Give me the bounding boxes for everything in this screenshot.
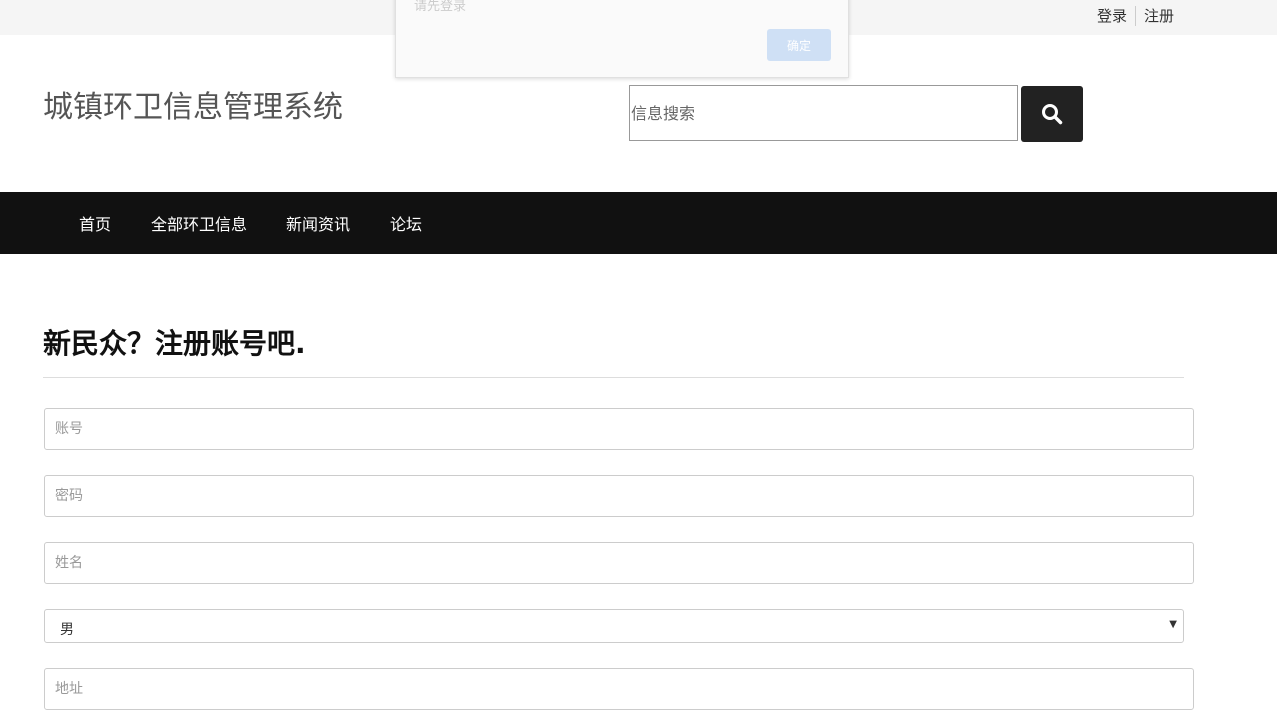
nav-home[interactable]: 首页 (79, 211, 111, 235)
alert-dialog: 请先登录 确定 (395, 0, 849, 78)
main-navbar: 首页 全部环卫信息 新闻资讯 论坛 (0, 192, 1277, 254)
address-input[interactable] (44, 668, 1194, 710)
chevron-down-icon: ▼ (1169, 619, 1177, 630)
gender-value: 男 (60, 622, 74, 638)
search-button[interactable] (1021, 86, 1083, 142)
login-link[interactable]: 登录 (1097, 5, 1127, 26)
nav-forum[interactable]: 论坛 (390, 211, 422, 235)
name-input[interactable] (44, 542, 1194, 584)
account-input[interactable] (44, 408, 1194, 450)
nav-news[interactable]: 新闻资讯 (286, 211, 350, 235)
search-input[interactable] (629, 85, 1018, 141)
register-link[interactable]: 注册 (1144, 5, 1174, 26)
account-links: 登录 注册 (1097, 5, 1174, 26)
gender-select[interactable]: 男 ▼ (44, 609, 1184, 643)
confirm-button[interactable]: 确定 (767, 29, 831, 61)
nav-all-sanitation-info[interactable]: 全部环卫信息 (151, 211, 247, 235)
search-icon (1042, 104, 1063, 125)
register-heading: 新民众？注册账号吧. (43, 327, 306, 360)
link-separator (1134, 5, 1136, 26)
site-title: 城镇环卫信息管理系统 (43, 90, 343, 125)
dialog-message: 请先登录 (414, 0, 467, 14)
divider (43, 377, 1184, 378)
password-input[interactable] (44, 475, 1194, 517)
